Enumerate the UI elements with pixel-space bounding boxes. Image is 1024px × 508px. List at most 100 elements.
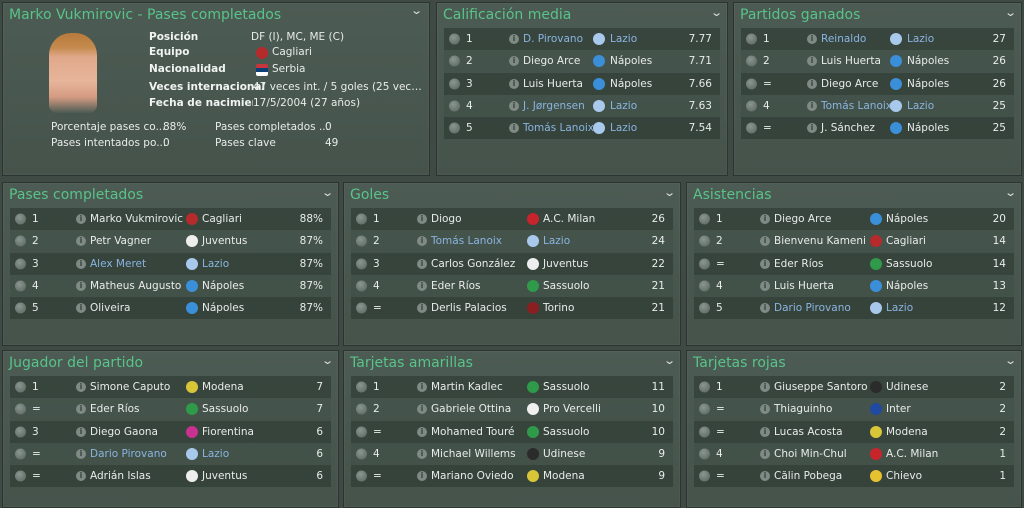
leaderboard-row[interactable]: 2 i Diego Arce Nápoles 7.71 (444, 50, 720, 73)
team-name-cagliari[interactable]: Cagliari (202, 213, 242, 225)
player-name-carlos-gonzalez[interactable]: Carlos González (431, 258, 515, 270)
leaderboard-row[interactable]: 2 i Petr Vagner Juventus 87% (10, 230, 331, 253)
info-icon[interactable]: i (76, 426, 86, 437)
chevron-down-icon[interactable]: ⌄ (663, 186, 676, 199)
team-name-udinese[interactable]: Udinese (543, 448, 585, 460)
player-name-luis-huerta[interactable]: Luis Huerta (523, 78, 583, 90)
player-name-gabriele-ottina[interactable]: Gabriele Ottina (431, 403, 511, 415)
team-name-lazio[interactable]: Lazio (610, 33, 637, 45)
selection-dot-icon[interactable] (15, 235, 26, 247)
selection-dot-icon[interactable] (699, 235, 710, 247)
selection-dot-icon[interactable] (746, 100, 757, 112)
info-icon[interactable]: i (76, 214, 86, 225)
selection-dot-icon[interactable] (356, 470, 367, 482)
leaderboard-row[interactable]: 3 i Alex Meret Lazio 87% (10, 252, 331, 275)
info-icon[interactable]: i (76, 303, 86, 314)
player-name-adrian-islas[interactable]: Adrián Islas (90, 470, 151, 482)
team-name-lazio[interactable]: Lazio (202, 258, 229, 270)
player-name-diogo[interactable]: Diogo (431, 213, 462, 225)
team-name-sassuolo[interactable]: Sassuolo (886, 258, 932, 270)
player-name-thiaguinho[interactable]: Thiaguinho (774, 403, 832, 415)
selection-dot-icon[interactable] (449, 78, 460, 90)
info-icon[interactable]: i (807, 34, 817, 45)
player-name-martin-kadlec[interactable]: Martin Kadlec (431, 381, 503, 393)
team-name-juventus[interactable]: Juventus (202, 235, 247, 247)
info-icon[interactable]: i (760, 303, 770, 314)
team-name-napoles[interactable]: Nápoles (202, 280, 244, 292)
info-icon[interactable]: i (417, 471, 427, 482)
team-name-inter[interactable]: Inter (886, 403, 911, 415)
selection-dot-icon[interactable] (15, 470, 26, 482)
selection-dot-icon[interactable] (15, 302, 26, 314)
team-name-torino[interactable]: Torino (543, 302, 574, 314)
selection-dot-icon[interactable] (699, 280, 710, 292)
team-name-sassuolo[interactable]: Sassuolo (543, 381, 589, 393)
chevron-down-icon[interactable]: ⌄ (321, 186, 334, 199)
selection-dot-icon[interactable] (449, 122, 460, 134)
player-name-j-sanchez[interactable]: J. Sánchez (821, 122, 875, 134)
player-name-tomas-lanoix[interactable]: Tomás Lanoix (431, 235, 502, 247)
player-name-d-pirovano[interactable]: D. Pirovano (523, 33, 583, 45)
team-name-napoles[interactable]: Nápoles (202, 302, 244, 314)
player-name-petr-vagner[interactable]: Petr Vagner (90, 235, 151, 247)
info-icon[interactable]: i (509, 56, 519, 67)
team-name-napoles[interactable]: Nápoles (907, 78, 949, 90)
team-name-cagliari[interactable]: Cagliari (886, 235, 926, 247)
info-icon[interactable]: i (417, 303, 427, 314)
leaderboard-row[interactable]: 4 i Luis Huerta Nápoles 13 (694, 274, 1014, 298)
info-icon[interactable]: i (807, 78, 817, 89)
chevron-down-icon[interactable]: ⌄ (1004, 354, 1017, 367)
selection-dot-icon[interactable] (746, 33, 757, 45)
info-icon[interactable]: i (760, 426, 770, 437)
team-name-juventus[interactable]: Juventus (202, 470, 247, 482)
info-icon[interactable]: i (417, 426, 427, 437)
player-name-derlis-palacios[interactable]: Derlis Palacios (431, 302, 507, 314)
team-name-pro-vercelli[interactable]: Pro Vercelli (543, 403, 601, 415)
leaderboard-row[interactable]: = i Eder Ríos Sassuolo 14 (694, 252, 1014, 275)
leaderboard-row[interactable]: = i Diego Arce Nápoles 26 (741, 72, 1014, 95)
chevron-down-icon[interactable]: ⌄ (1004, 6, 1017, 19)
chevron-down-icon[interactable]: ⌄ (1004, 186, 1017, 199)
leaderboard-row[interactable]: 1 i Diego Arce Nápoles 20 (694, 208, 1014, 231)
player-name-oliveira[interactable]: Oliveira (90, 302, 130, 314)
player-name-diego-gaona[interactable]: Diego Gaona (90, 426, 158, 438)
leaderboard-row[interactable]: 2 i Luis Huerta Nápoles 26 (741, 50, 1014, 73)
team-name-udinese[interactable]: Udinese (886, 381, 928, 393)
info-icon[interactable]: i (76, 258, 86, 269)
selection-dot-icon[interactable] (15, 426, 26, 438)
selection-dot-icon[interactable] (15, 258, 26, 270)
info-icon[interactable]: i (807, 56, 817, 67)
leaderboard-row[interactable]: 1 i D. Pirovano Lazio 7.77 (444, 28, 720, 51)
leaderboard-row[interactable]: = i Lucas Acosta Modena 2 (694, 420, 1014, 443)
leaderboard-row[interactable]: = i Dario Pirovano Lazio 6 (10, 442, 331, 466)
leaderboard-row[interactable]: = i Mariano Oviedo Modena 9 (351, 465, 673, 488)
player-name-reinaldo[interactable]: Reinaldo (821, 33, 866, 45)
player-name-diego-arce[interactable]: Diego Arce (523, 55, 580, 67)
selection-dot-icon[interactable] (15, 403, 26, 415)
team-name-sassuolo[interactable]: Sassuolo (543, 426, 589, 438)
team-name-juventus[interactable]: Juventus (543, 258, 588, 270)
selection-dot-icon[interactable] (15, 213, 26, 225)
chevron-down-icon[interactable]: ⌄ (710, 6, 723, 19)
info-icon[interactable]: i (417, 281, 427, 292)
selection-dot-icon[interactable] (699, 426, 710, 438)
info-icon[interactable]: i (76, 281, 86, 292)
selection-dot-icon[interactable] (699, 258, 710, 270)
player-name-diego-arce[interactable]: Diego Arce (821, 78, 878, 90)
selection-dot-icon[interactable] (15, 448, 26, 460)
team-name-lazio[interactable]: Lazio (886, 302, 913, 314)
team-name-napoles[interactable]: Nápoles (610, 78, 652, 90)
selection-dot-icon[interactable] (356, 302, 367, 314)
leaderboard-row[interactable]: 1 i Reinaldo Lazio 27 (741, 28, 1014, 51)
team-name-a-c-milan[interactable]: A.C. Milan (543, 213, 595, 225)
selection-dot-icon[interactable] (699, 448, 710, 460)
player-name-calin-pobega[interactable]: Călin Pobega (774, 470, 842, 482)
leaderboard-row[interactable]: 1 i Martin Kadlec Sassuolo 11 (351, 376, 673, 399)
selection-dot-icon[interactable] (356, 426, 367, 438)
info-icon[interactable]: i (509, 78, 519, 89)
player-name-mohamed-toure[interactable]: Mohamed Touré (431, 426, 515, 438)
leaderboard-row[interactable]: 4 i Eder Ríos Sassuolo 21 (351, 274, 673, 298)
leaderboard-row[interactable]: = i Thiaguinho Inter 2 (694, 398, 1014, 421)
leaderboard-row[interactable]: = i Adrián Islas Juventus 6 (10, 465, 331, 488)
info-icon[interactable]: i (417, 449, 427, 460)
